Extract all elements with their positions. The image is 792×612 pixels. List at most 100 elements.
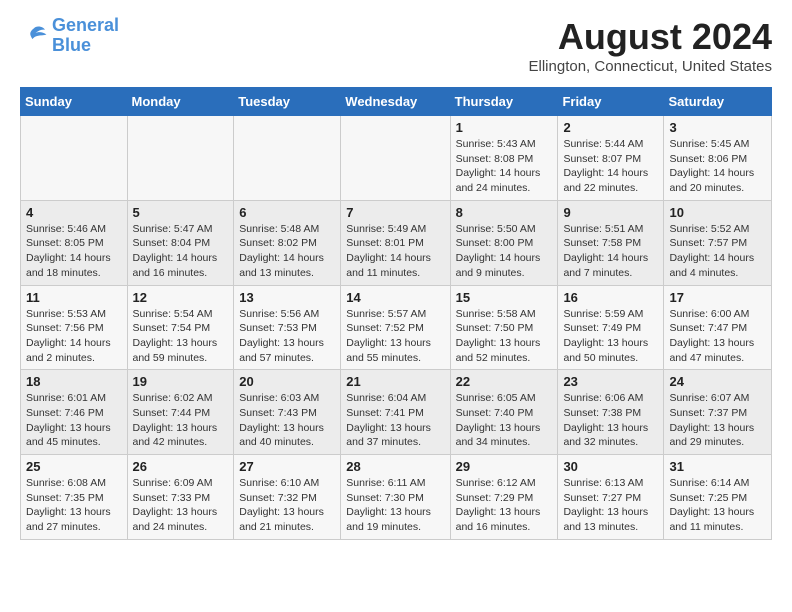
day-info: Sunrise: 5:53 AM Sunset: 7:56 PM Dayligh… [26,307,122,366]
calendar-cell: 11 Sunrise: 5:53 AM Sunset: 7:56 PM Dayli… [21,285,128,370]
header-sunday: Sunday [21,88,128,116]
day-number: 10 [669,205,766,220]
day-number: 5 [133,205,229,220]
day-info: Sunrise: 5:59 AM Sunset: 7:49 PM Dayligh… [563,307,658,366]
day-info: Sunrise: 5:51 AM Sunset: 7:58 PM Dayligh… [563,222,658,281]
day-number: 25 [26,459,122,474]
calendar-cell: 27 Sunrise: 6:10 AM Sunset: 7:32 PM Dayli… [234,455,341,540]
day-info: Sunrise: 6:07 AM Sunset: 7:37 PM Dayligh… [669,391,766,450]
day-number: 8 [456,205,553,220]
day-info: Sunrise: 6:12 AM Sunset: 7:29 PM Dayligh… [456,476,553,535]
calendar-cell: 23Sunrise: 6:06 AM Sunset: 7:38 PM Dayli… [558,370,664,455]
day-number: 3 [669,120,766,135]
day-info: Sunrise: 6:11 AM Sunset: 7:30 PM Dayligh… [346,476,444,535]
calendar-cell: 1 Sunrise: 5:43 AM Sunset: 8:08 PM Daylig… [450,116,558,201]
location: Ellington, Connecticut, United States [529,58,772,75]
calendar-cell: 19Sunrise: 6:02 AM Sunset: 7:44 PM Dayli… [127,370,234,455]
calendar-table: SundayMondayTuesdayWednesdayThursdayFrid… [20,87,772,540]
calendar-cell: 2 Sunrise: 5:44 AM Sunset: 8:07 PM Daylig… [558,116,664,201]
day-info: Sunrise: 5:54 AM Sunset: 7:54 PM Dayligh… [133,307,229,366]
header-saturday: Saturday [664,88,772,116]
calendar-cell: 31Sunrise: 6:14 AM Sunset: 7:25 PM Dayli… [664,455,772,540]
day-info: Sunrise: 5:43 AM Sunset: 8:08 PM Dayligh… [456,137,553,196]
day-number: 7 [346,205,444,220]
logo-line2: Blue [52,36,119,56]
day-number: 18 [26,374,122,389]
calendar-cell: 22 Sunrise: 6:05 AM Sunset: 7:40 PM Dayli… [450,370,558,455]
calendar-cell: 13Sunrise: 5:56 AM Sunset: 7:53 PM Dayli… [234,285,341,370]
logo-text: General Blue [52,16,119,56]
day-number: 15 [456,290,553,305]
calendar-cell: 10 Sunrise: 5:52 AM Sunset: 7:57 PM Dayli… [664,200,772,285]
calendar-cell: 26Sunrise: 6:09 AM Sunset: 7:33 PM Dayli… [127,455,234,540]
calendar-cell: 30 Sunrise: 6:13 AM Sunset: 7:27 PM Dayli… [558,455,664,540]
calendar-cell: 21Sunrise: 6:04 AM Sunset: 7:41 PM Dayli… [341,370,450,455]
calendar-cell [234,116,341,201]
day-number: 13 [239,290,335,305]
day-info: Sunrise: 6:14 AM Sunset: 7:25 PM Dayligh… [669,476,766,535]
day-info: Sunrise: 6:09 AM Sunset: 7:33 PM Dayligh… [133,476,229,535]
day-info: Sunrise: 5:57 AM Sunset: 7:52 PM Dayligh… [346,307,444,366]
calendar-cell: 29 Sunrise: 6:12 AM Sunset: 7:29 PM Dayli… [450,455,558,540]
calendar-cell: 6 Sunrise: 5:48 AM Sunset: 8:02 PM Daylig… [234,200,341,285]
day-info: Sunrise: 6:05 AM Sunset: 7:40 PM Dayligh… [456,391,553,450]
calendar-cell [127,116,234,201]
header-row: SundayMondayTuesdayWednesdayThursdayFrid… [21,88,772,116]
day-number: 2 [563,120,658,135]
calendar-header: SundayMondayTuesdayWednesdayThursdayFrid… [21,88,772,116]
header-wednesday: Wednesday [341,88,450,116]
calendar-cell: 12Sunrise: 5:54 AM Sunset: 7:54 PM Dayli… [127,285,234,370]
calendar-cell: 5 Sunrise: 5:47 AM Sunset: 8:04 PM Daylig… [127,200,234,285]
day-info: Sunrise: 6:13 AM Sunset: 7:27 PM Dayligh… [563,476,658,535]
calendar-cell [341,116,450,201]
day-number: 24 [669,374,766,389]
day-info: Sunrise: 6:00 AM Sunset: 7:47 PM Dayligh… [669,307,766,366]
calendar-cell: 4Sunrise: 5:46 AM Sunset: 8:05 PM Daylig… [21,200,128,285]
day-number: 6 [239,205,335,220]
week-row-3: 11 Sunrise: 5:53 AM Sunset: 7:56 PM Dayli… [21,285,772,370]
day-info: Sunrise: 6:06 AM Sunset: 7:38 PM Dayligh… [563,391,658,450]
day-info: Sunrise: 6:01 AM Sunset: 7:46 PM Dayligh… [26,391,122,450]
day-info: Sunrise: 5:44 AM Sunset: 8:07 PM Dayligh… [563,137,658,196]
day-number: 28 [346,459,444,474]
calendar-cell: 7 Sunrise: 5:49 AM Sunset: 8:01 PM Daylig… [341,200,450,285]
day-info: Sunrise: 5:52 AM Sunset: 7:57 PM Dayligh… [669,222,766,281]
day-info: Sunrise: 5:50 AM Sunset: 8:00 PM Dayligh… [456,222,553,281]
header-monday: Monday [127,88,234,116]
day-info: Sunrise: 6:08 AM Sunset: 7:35 PM Dayligh… [26,476,122,535]
day-number: 4 [26,205,122,220]
day-info: Sunrise: 5:48 AM Sunset: 8:02 PM Dayligh… [239,222,335,281]
day-number: 30 [563,459,658,474]
week-row-2: 4Sunrise: 5:46 AM Sunset: 8:05 PM Daylig… [21,200,772,285]
calendar-cell: 14 Sunrise: 5:57 AM Sunset: 7:52 PM Dayli… [341,285,450,370]
calendar-cell: 9Sunrise: 5:51 AM Sunset: 7:58 PM Daylig… [558,200,664,285]
logo: General Blue [20,16,119,56]
day-number: 27 [239,459,335,474]
header-friday: Friday [558,88,664,116]
title-block: August 2024 Ellington, Connecticut, Unit… [529,16,772,75]
day-number: 21 [346,374,444,389]
logo-line1: General [52,15,119,35]
day-number: 11 [26,290,122,305]
day-number: 16 [563,290,658,305]
calendar-cell: 18 Sunrise: 6:01 AM Sunset: 7:46 PM Dayli… [21,370,128,455]
day-info: Sunrise: 5:58 AM Sunset: 7:50 PM Dayligh… [456,307,553,366]
week-row-5: 25 Sunrise: 6:08 AM Sunset: 7:35 PM Dayli… [21,455,772,540]
day-number: 14 [346,290,444,305]
week-row-1: 1 Sunrise: 5:43 AM Sunset: 8:08 PM Daylig… [21,116,772,201]
calendar-cell: 17Sunrise: 6:00 AM Sunset: 7:47 PM Dayli… [664,285,772,370]
calendar-cell: 28 Sunrise: 6:11 AM Sunset: 7:30 PM Dayli… [341,455,450,540]
day-number: 22 [456,374,553,389]
day-info: Sunrise: 5:45 AM Sunset: 8:06 PM Dayligh… [669,137,766,196]
logo-icon [20,22,48,50]
calendar-cell: 15 Sunrise: 5:58 AM Sunset: 7:50 PM Dayli… [450,285,558,370]
calendar-cell: 3 Sunrise: 5:45 AM Sunset: 8:06 PM Daylig… [664,116,772,201]
day-number: 1 [456,120,553,135]
day-info: Sunrise: 6:10 AM Sunset: 7:32 PM Dayligh… [239,476,335,535]
day-info: Sunrise: 5:49 AM Sunset: 8:01 PM Dayligh… [346,222,444,281]
calendar-body: 1 Sunrise: 5:43 AM Sunset: 8:08 PM Daylig… [21,116,772,540]
day-number: 29 [456,459,553,474]
header-tuesday: Tuesday [234,88,341,116]
day-info: Sunrise: 5:47 AM Sunset: 8:04 PM Dayligh… [133,222,229,281]
day-number: 19 [133,374,229,389]
